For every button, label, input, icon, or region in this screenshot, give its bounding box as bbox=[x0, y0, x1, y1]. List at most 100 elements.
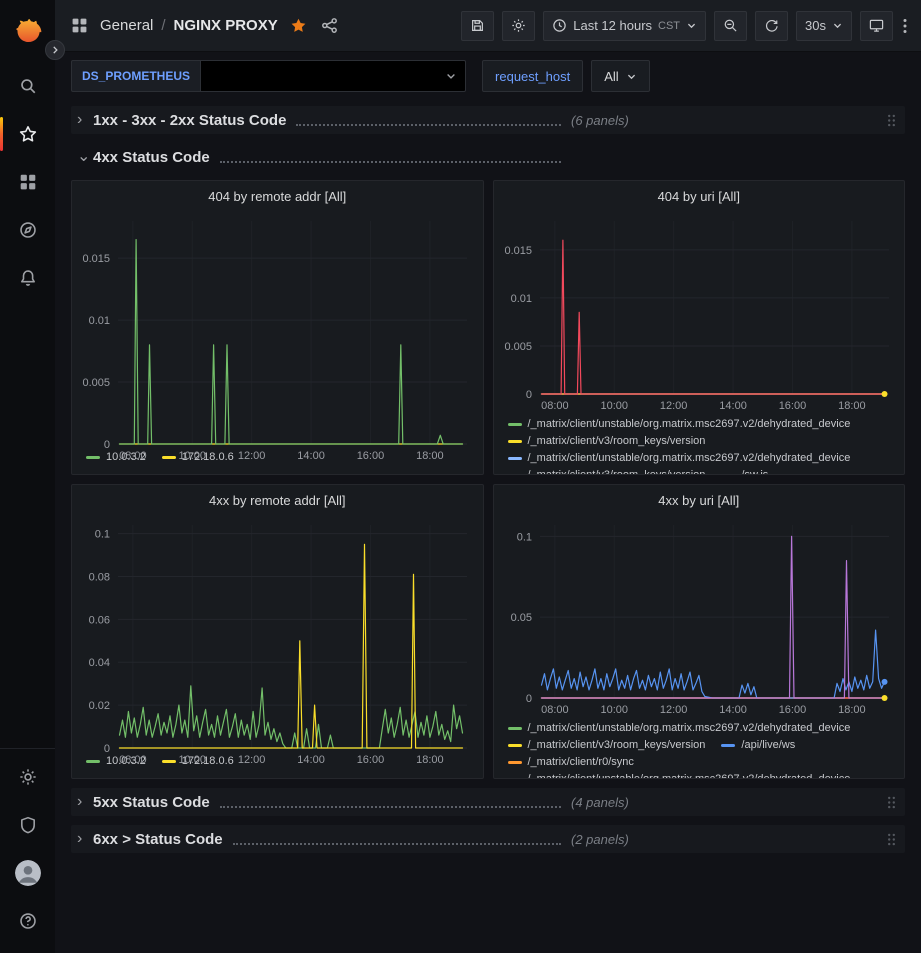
panel-title[interactable]: 4xx by remote addr [All] bbox=[72, 485, 483, 515]
time-range-picker[interactable]: Last 12 hours CST bbox=[543, 11, 706, 41]
legend-item[interactable]: /api/live/ws bbox=[721, 737, 795, 754]
sidebar-expand-button[interactable] bbox=[45, 40, 65, 60]
svg-text:0.005: 0.005 bbox=[504, 341, 532, 353]
legend-series-swatch bbox=[508, 423, 522, 426]
breadcrumb-section[interactable]: General bbox=[100, 17, 153, 34]
breadcrumb-separator: / bbox=[161, 17, 165, 34]
zoom-out-icon bbox=[723, 18, 738, 33]
legend-series-swatch bbox=[508, 744, 522, 747]
grafana-logo[interactable] bbox=[11, 14, 45, 48]
legend-item[interactable]: /_matrix/client/v3/room_keys/version bbox=[508, 467, 706, 474]
dashboard-body: › 1xx - 3xx - 2xx Status Code (6 panels)… bbox=[55, 98, 921, 953]
chevron-right-icon: › bbox=[77, 831, 93, 847]
legend-series-label: /_matrix/client/unstable/org.matrix.msc2… bbox=[528, 416, 851, 433]
legend-item[interactable]: /sw.js bbox=[721, 467, 768, 474]
favorite-star-button[interactable] bbox=[288, 15, 309, 36]
svg-text:0: 0 bbox=[525, 389, 531, 401]
row-drag-handle[interactable] bbox=[886, 113, 897, 128]
legend-series-label: /_matrix/client/v3/room_keys/version bbox=[528, 433, 706, 450]
sidebar-item-starred[interactable] bbox=[0, 110, 55, 158]
request-host-variable-label[interactable]: request_host bbox=[482, 60, 583, 92]
svg-text:14:00: 14:00 bbox=[719, 400, 747, 412]
share-icon bbox=[321, 17, 338, 34]
sidebar-item-server-admin[interactable] bbox=[0, 801, 55, 849]
refresh-button[interactable] bbox=[755, 11, 788, 41]
sidebar-item-alerting[interactable] bbox=[0, 254, 55, 302]
svg-text:18:00: 18:00 bbox=[838, 400, 866, 412]
legend-series-swatch bbox=[508, 761, 522, 764]
sidebar-item-profile[interactable] bbox=[0, 849, 55, 897]
legend-item[interactable]: /_matrix/client/unstable/org.matrix.msc2… bbox=[508, 720, 851, 737]
time-series-plot[interactable]: 08:0010:0012:0014:0016:0018:0000.0050.01… bbox=[72, 211, 483, 447]
legend-item[interactable]: /_matrix/client/v3/room_keys/version bbox=[508, 737, 706, 754]
row-title: 5xx Status Code bbox=[93, 794, 210, 811]
cycle-view-mode-button[interactable] bbox=[860, 11, 893, 41]
row-4xx[interactable]: ⌄ 4xx Status Code bbox=[71, 143, 905, 171]
sidebar-item-search[interactable] bbox=[0, 62, 55, 110]
row-panel-count: (6 panels) bbox=[571, 113, 629, 128]
legend-series-label: /sw.js bbox=[741, 467, 768, 474]
share-button[interactable] bbox=[319, 15, 340, 36]
sidebar bbox=[0, 0, 55, 953]
save-dashboard-button[interactable] bbox=[461, 11, 494, 41]
row-6xx[interactable]: › 6xx > Status Code (2 panels) bbox=[71, 825, 905, 853]
panel-4xx-by-remote-addr: 4xx by remote addr [All] 08:0010:0012:00… bbox=[71, 484, 484, 779]
time-series-plot[interactable]: 08:0010:0012:0014:0016:0018:0000.050.1 bbox=[494, 515, 905, 718]
legend-item[interactable]: /_matrix/client/unstable/org.matrix.msc2… bbox=[508, 416, 851, 433]
legend-series-label: /_matrix/client/unstable/org.matrix.msc2… bbox=[528, 450, 851, 467]
apps-menu-button[interactable] bbox=[69, 15, 90, 36]
svg-text:0.02: 0.02 bbox=[89, 700, 110, 712]
dashboard-settings-button[interactable] bbox=[502, 11, 535, 41]
legend-item[interactable]: /_matrix/client/r0/sync bbox=[508, 754, 634, 771]
sidebar-item-explore[interactable] bbox=[0, 206, 55, 254]
chevron-right-icon bbox=[50, 45, 60, 55]
legend-item[interactable]: /_matrix/client/unstable/org.matrix.msc2… bbox=[508, 771, 851, 778]
drag-dots-icon bbox=[886, 832, 897, 847]
top-nav: General / NGINX PROXY bbox=[55, 0, 921, 52]
star-icon bbox=[19, 125, 37, 143]
sidebar-item-dashboards[interactable] bbox=[0, 158, 55, 206]
legend-series-label: /_matrix/client/unstable/org.matrix.msc2… bbox=[528, 720, 851, 737]
panel-title[interactable]: 404 by uri [All] bbox=[494, 181, 905, 211]
time-series-plot[interactable]: 08:0010:0012:0014:0016:0018:0000.020.040… bbox=[72, 515, 483, 751]
kebab-icon bbox=[903, 18, 907, 34]
panel-title[interactable]: 404 by remote addr [All] bbox=[72, 181, 483, 211]
shield-icon bbox=[19, 816, 37, 834]
row-panel-count: (2 panels) bbox=[571, 832, 629, 847]
chevron-down-icon: ⌄ bbox=[77, 149, 93, 165]
svg-text:14:00: 14:00 bbox=[297, 754, 325, 766]
legend-series-swatch bbox=[508, 440, 522, 443]
svg-text:0.015: 0.015 bbox=[82, 253, 110, 265]
svg-text:08:00: 08:00 bbox=[119, 450, 147, 462]
page-title[interactable]: NGINX PROXY bbox=[174, 17, 278, 34]
panel-title-text: 404 by uri [All] bbox=[658, 189, 740, 204]
more-options-button[interactable] bbox=[901, 14, 909, 38]
refresh-interval-picker[interactable]: 30s bbox=[796, 11, 852, 41]
row-1xx-3xx-2xx[interactable]: › 1xx - 3xx - 2xx Status Code (6 panels) bbox=[71, 106, 905, 134]
sidebar-item-help[interactable] bbox=[0, 897, 55, 945]
panel-404-by-uri: 404 by uri [All] 08:0010:0012:0014:0016:… bbox=[493, 180, 906, 475]
panel-4xx-by-uri: 4xx by uri [All] 08:0010:0012:0014:0016:… bbox=[493, 484, 906, 779]
request-host-variable-select[interactable]: All bbox=[591, 60, 649, 92]
datasource-variable-select[interactable] bbox=[200, 60, 466, 92]
panel-title[interactable]: 4xx by uri [All] bbox=[494, 485, 905, 515]
dotted-leader bbox=[220, 161, 561, 163]
svg-text:10:00: 10:00 bbox=[600, 704, 628, 716]
row-drag-handle[interactable] bbox=[886, 795, 897, 810]
legend-series-label: /_matrix/client/v3/room_keys/version bbox=[528, 467, 706, 474]
row-5xx[interactable]: › 5xx Status Code (4 panels) bbox=[71, 788, 905, 816]
request-host-label-text: request_host bbox=[495, 69, 570, 84]
row-drag-handle[interactable] bbox=[886, 832, 897, 847]
legend-item[interactable]: /_matrix/client/v3/room_keys/version bbox=[508, 433, 706, 450]
time-series-plot[interactable]: 08:0010:0012:0014:0016:0018:0000.0050.01… bbox=[494, 211, 905, 414]
legend-series-label: /_matrix/client/r0/sync bbox=[528, 754, 634, 771]
chevron-down-icon bbox=[626, 71, 637, 82]
timezone-label: CST bbox=[658, 20, 680, 32]
sidebar-item-configuration[interactable] bbox=[0, 753, 55, 801]
legend-item[interactable]: /_matrix/client/unstable/org.matrix.msc2… bbox=[508, 450, 851, 467]
chevron-down-icon bbox=[832, 20, 843, 31]
refresh-icon bbox=[764, 18, 779, 33]
datasource-variable-label[interactable]: DS_PROMETHEUS bbox=[71, 60, 200, 92]
zoom-out-button[interactable] bbox=[714, 11, 747, 41]
chevron-right-icon: › bbox=[77, 794, 93, 810]
